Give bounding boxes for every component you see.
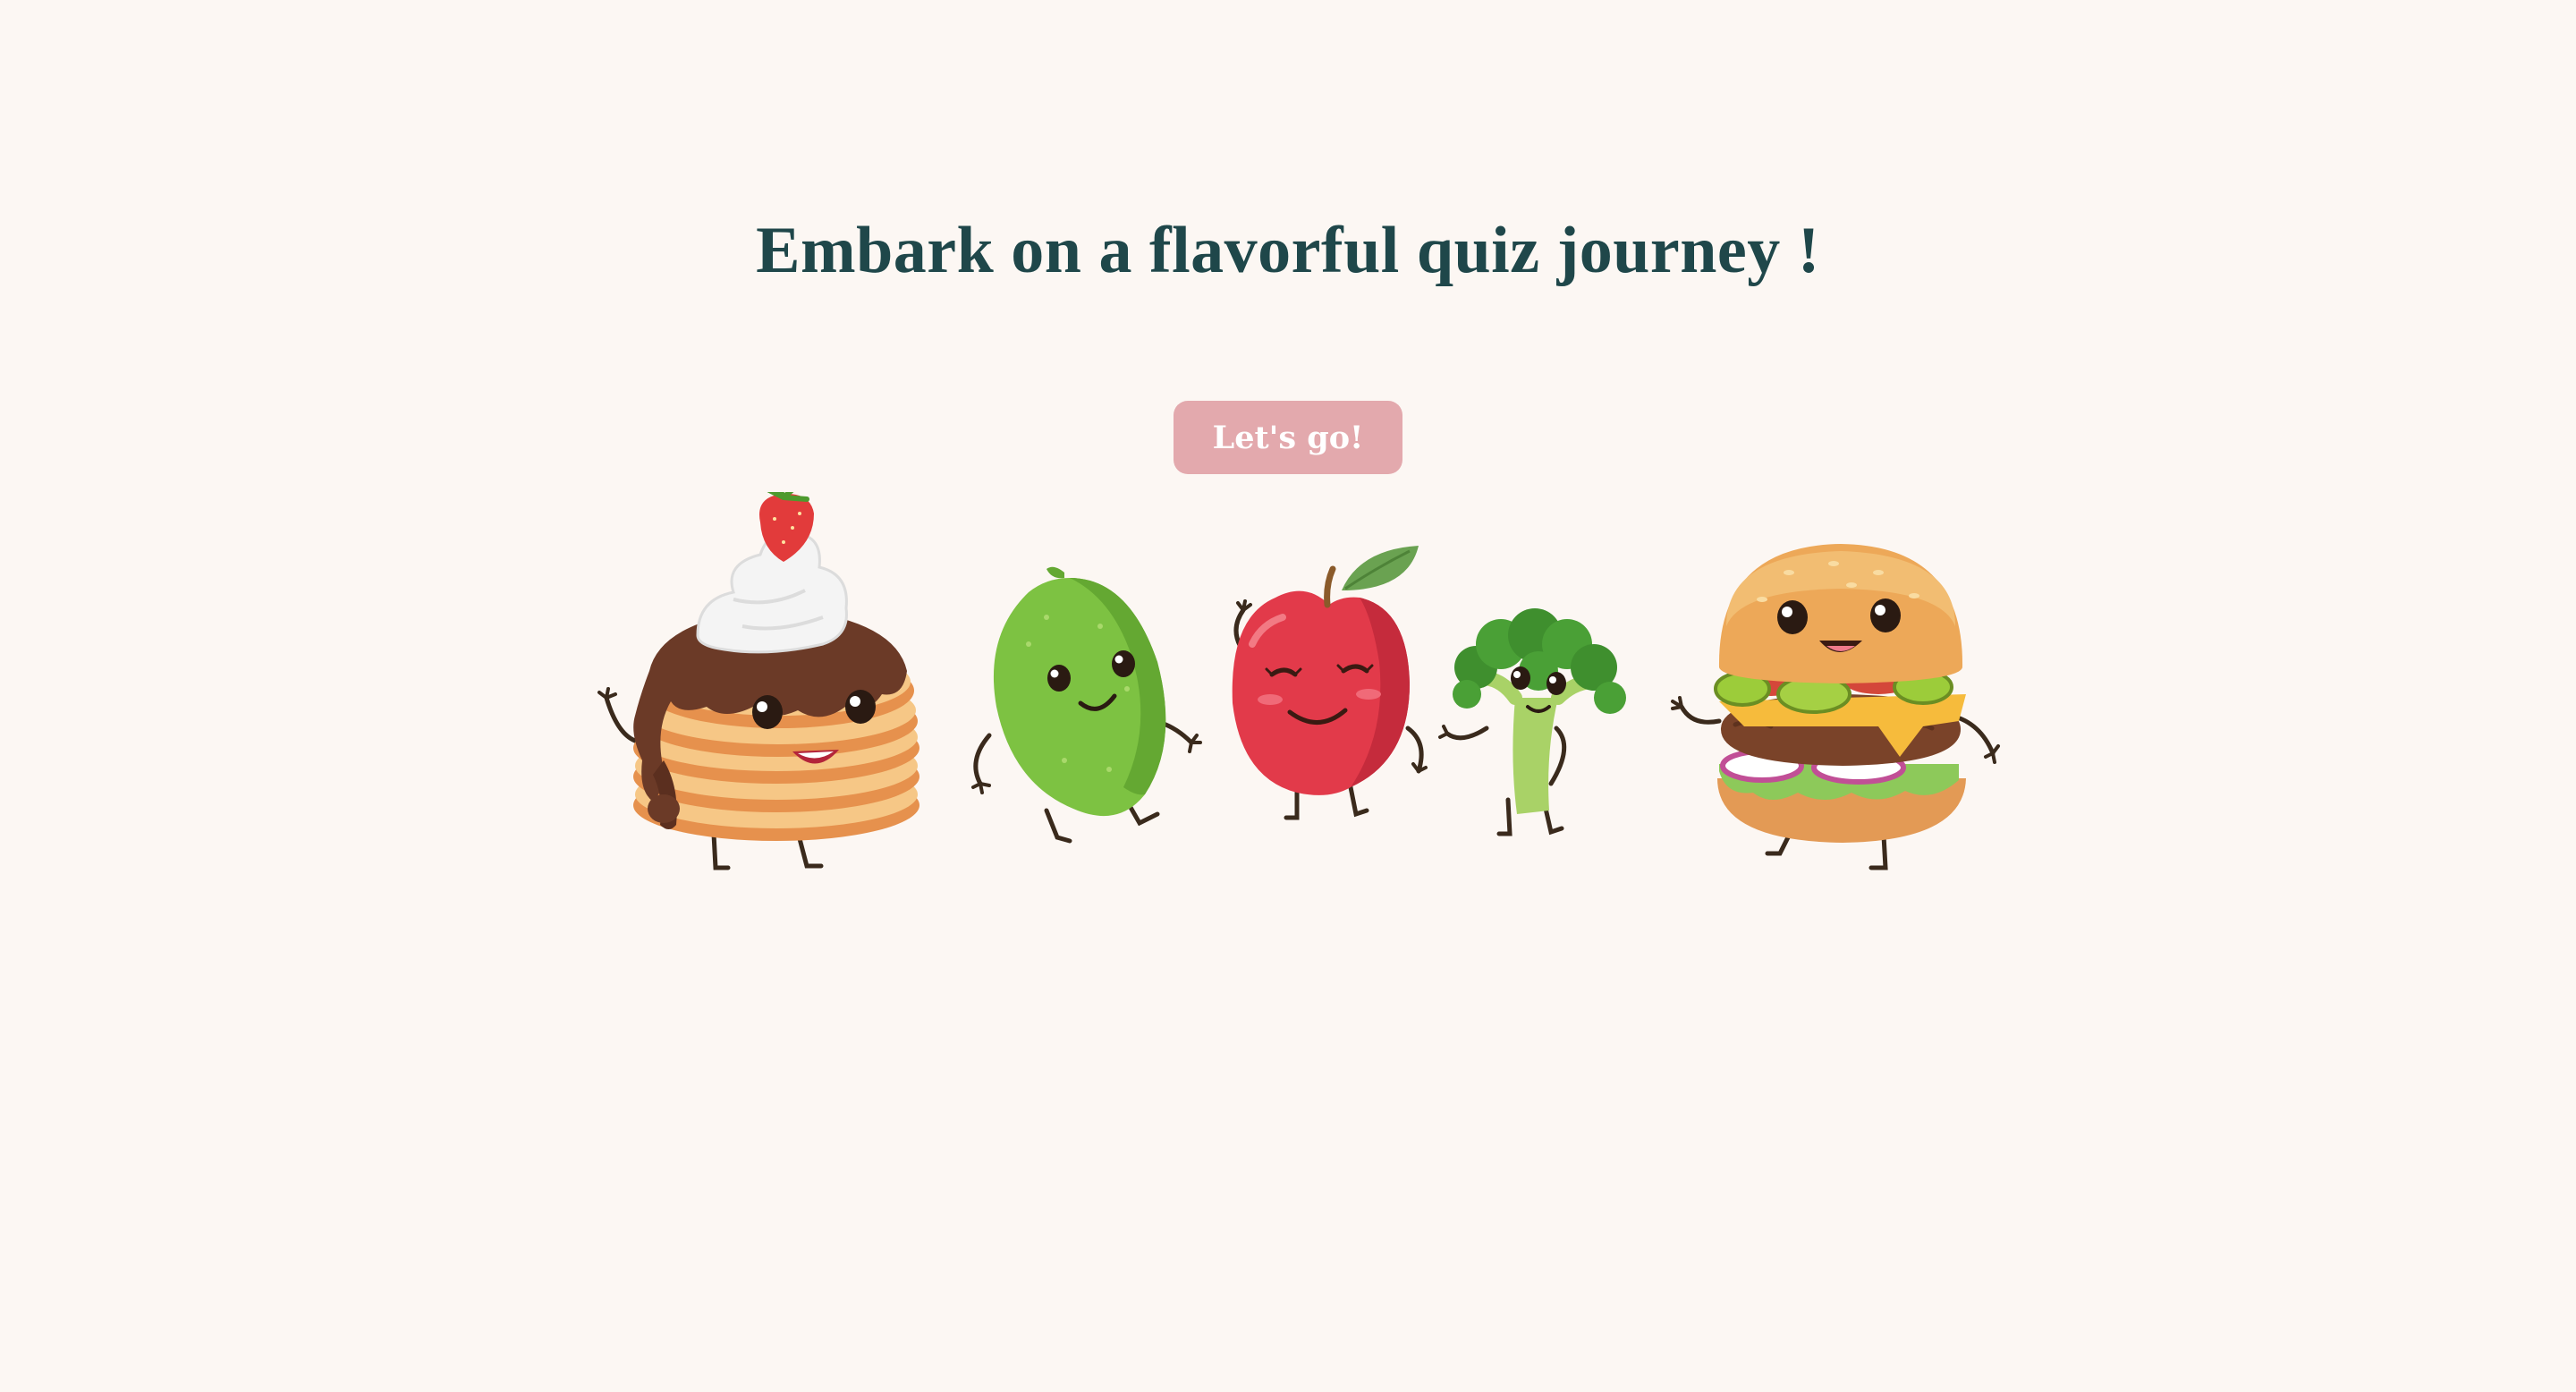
broccoli-character — [1438, 608, 1626, 836]
apple-character — [1232, 546, 1428, 820]
start-quiz-button[interactable]: Let's go! — [1174, 401, 1402, 474]
burger-character — [1671, 544, 2000, 870]
lime-character — [971, 566, 1202, 844]
quiz-landing-page: Embark on a flavorful quiz journey ! Let… — [0, 0, 2576, 1392]
page-title: Embark on a flavorful quiz journey ! — [756, 214, 1820, 287]
food-characters-illustration — [564, 492, 2012, 886]
pancake-character — [597, 492, 919, 870]
hero-section: Embark on a flavorful quiz journey ! Let… — [0, 0, 2576, 1109]
